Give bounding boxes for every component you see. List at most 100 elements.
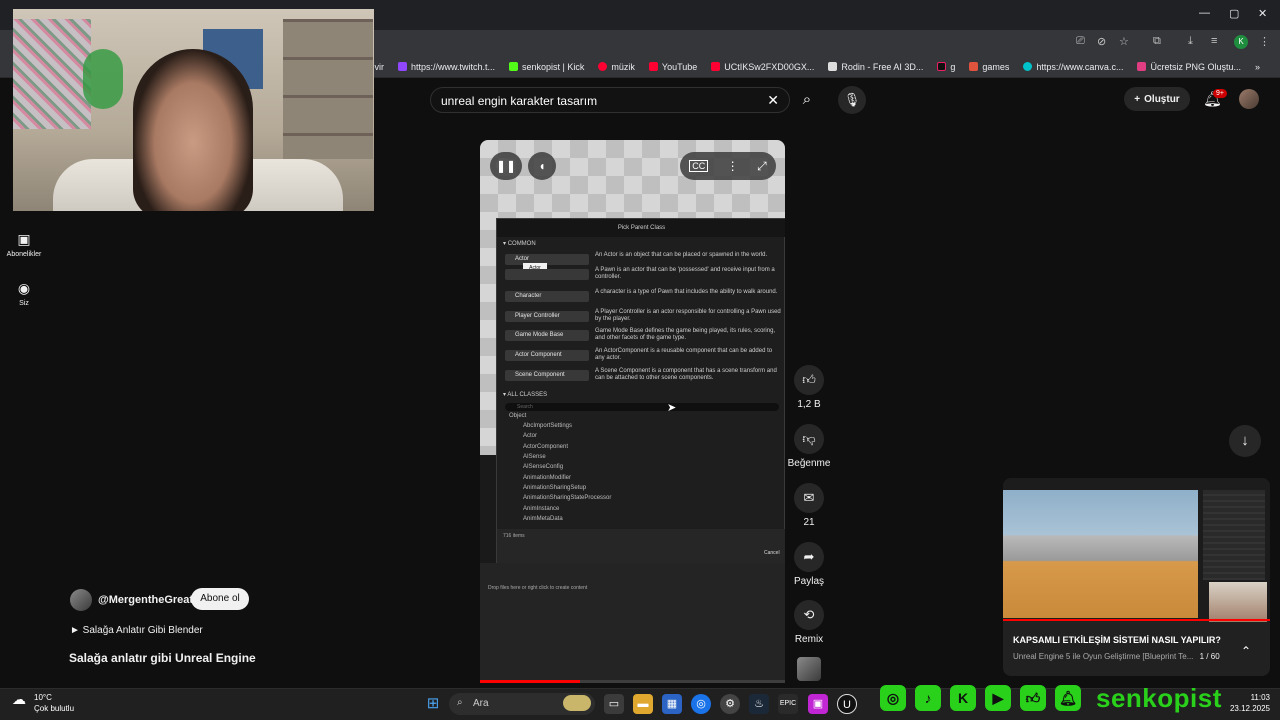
maximize-icon[interactable]: ▢ bbox=[1229, 7, 1239, 20]
video-player[interactable]: ❚❚ ◖ CC ⋮ ⤢ Pick Parent Class ▾ COMMON A… bbox=[480, 140, 785, 682]
fullscreen-icon[interactable]: ⤢ bbox=[757, 159, 767, 174]
windows-start-icon[interactable]: ⊞ bbox=[423, 694, 443, 714]
menu-icon[interactable]: ⋮ bbox=[1259, 35, 1270, 48]
pawn-button[interactable] bbox=[505, 269, 589, 280]
remix-button[interactable]: ⟲ Remix bbox=[790, 600, 828, 645]
bookmark[interactable]: https://www.twitch.t... bbox=[398, 62, 495, 72]
bookmark[interactable]: g bbox=[937, 62, 955, 72]
dislike-button[interactable]: 👎︎ Beğenme bbox=[786, 424, 832, 469]
character-button[interactable]: Character bbox=[505, 291, 589, 302]
dialog-footer bbox=[497, 529, 785, 564]
clear-search-icon[interactable]: ✕ bbox=[767, 92, 779, 109]
search-icon[interactable]: ⌕ bbox=[790, 87, 824, 113]
store-icon[interactable]: ▦ bbox=[662, 694, 682, 714]
weather-widget[interactable]: ☁ 10°C Çok bulutlu bbox=[12, 692, 74, 714]
bookmark[interactable]: UCtIKSw2FXD00GX... bbox=[711, 62, 814, 72]
download-icon[interactable]: ⤓ bbox=[1188, 35, 1193, 48]
close-window-icon[interactable]: ✕ bbox=[1258, 7, 1267, 20]
bookmark[interactable]: müzik bbox=[598, 62, 635, 72]
common-header: ▾ COMMON bbox=[503, 241, 536, 247]
minimize-icon[interactable]: — bbox=[1199, 7, 1210, 19]
pause-button[interactable]: ❚❚ bbox=[490, 152, 522, 180]
recommendation-card[interactable]: KAPSAMLI ETKİLEŞİM SİSTEMİ NASIL YAPILIR… bbox=[1003, 478, 1270, 676]
game-mode-base-button[interactable]: Game Mode Base bbox=[505, 330, 589, 341]
next-video-button[interactable]: ↓ bbox=[1229, 425, 1261, 457]
extensions-icon[interactable]: ⧉ bbox=[1153, 35, 1161, 48]
channel-thumbnail[interactable] bbox=[797, 657, 821, 681]
app-icon[interactable]: ⚙ bbox=[720, 694, 740, 714]
subscribe-button[interactable]: Abone ol bbox=[191, 588, 249, 610]
channel-avatar[interactable] bbox=[70, 589, 92, 611]
comment-icon: ✉ bbox=[794, 483, 824, 513]
class-row-game-mode-base: Game Mode Base Game Mode Base defines th… bbox=[505, 328, 785, 348]
all-classes-header: ▾ ALL CLASSES bbox=[503, 392, 548, 398]
bookmark[interactable]: Ücretsiz PNG Oluştu... bbox=[1137, 62, 1241, 72]
tree-item[interactable]: AnimationSharingStateProcessor bbox=[523, 495, 611, 501]
actor-component-button[interactable]: Actor Component bbox=[505, 350, 589, 361]
scene-component-button[interactable]: Scene Component bbox=[505, 370, 589, 381]
tree-item[interactable]: AISenseConfig bbox=[523, 464, 563, 470]
sidebar-item-subscriptions[interactable]: ▣ Abonelikler bbox=[0, 231, 48, 258]
bookmark-star-icon[interactable]: ☆ bbox=[1119, 35, 1129, 48]
file-explorer-icon[interactable]: ▬ bbox=[633, 694, 653, 714]
class-row-character: Character A character is a type of Pawn … bbox=[505, 289, 785, 309]
more-options-icon[interactable]: ⋮ bbox=[727, 159, 739, 173]
share-button[interactable]: ➦ Paylaş bbox=[790, 542, 828, 587]
class-row-player-controller: Player Controller A Player Controller is… bbox=[505, 309, 785, 329]
system-clock[interactable]: 11:03 23.12.2025 bbox=[1212, 692, 1270, 714]
recommendation-title: KAPSAMLI ETKİLEŞİM SİSTEMİ NASIL YAPILIR… bbox=[1013, 635, 1221, 645]
pick-parent-class-dialog: Pick Parent Class ▾ COMMON Actor An Acto… bbox=[496, 218, 785, 564]
volume-button[interactable]: ◖ bbox=[528, 152, 556, 180]
more-bookmarks-icon[interactable]: » bbox=[1255, 62, 1260, 72]
bookmark[interactable]: senkopist | Kick bbox=[509, 62, 584, 72]
kick-icon: K bbox=[950, 685, 976, 711]
mouse-cursor-icon: ➤ bbox=[667, 402, 677, 414]
epic-games-icon[interactable]: EPIC bbox=[778, 694, 798, 714]
tree-item[interactable]: Object bbox=[509, 413, 526, 419]
unreal-engine-icon[interactable]: U bbox=[837, 694, 857, 714]
tree-item[interactable]: Actor bbox=[523, 433, 537, 439]
playlist-link[interactable]: ► Salağa Anlatır Gibi Blender bbox=[70, 625, 203, 636]
captions-icon[interactable]: CC bbox=[689, 160, 709, 172]
account-avatar[interactable] bbox=[1239, 89, 1259, 109]
cast-icon[interactable]: ⎚ bbox=[1076, 35, 1085, 48]
class-row-scene-component: Scene Component A Scene Component is a c… bbox=[505, 368, 785, 388]
bookmark-icon bbox=[509, 62, 519, 71]
class-search-input[interactable]: Search bbox=[505, 403, 779, 411]
bookmark[interactable]: https://www.canva.c... bbox=[1023, 62, 1123, 72]
search-input[interactable]: unreal engin karakter tasarım ✕ bbox=[430, 87, 790, 113]
tree-item[interactable]: AnimInstance bbox=[523, 506, 559, 512]
cancel-button[interactable]: Cancel bbox=[764, 550, 780, 556]
tracking-icon[interactable]: ⊘ bbox=[1097, 35, 1106, 48]
media-icon[interactable]: ≡ bbox=[1211, 35, 1217, 47]
bookmark[interactable]: YouTube bbox=[648, 62, 697, 72]
steam-icon[interactable]: ♨ bbox=[749, 694, 769, 714]
tree-item[interactable]: AnimationModifier bbox=[523, 475, 571, 481]
like-button[interactable]: 👍︎ 1,2 B bbox=[790, 365, 828, 410]
microphone-icon[interactable]: 🎙 bbox=[838, 86, 866, 114]
app-icon-purple[interactable]: ▣ bbox=[808, 694, 828, 714]
recommendation-playlist: Unreal Engine 5 ile Oyun Geliştirme [Blu… bbox=[1013, 652, 1220, 661]
tree-item[interactable]: ActorComponent bbox=[523, 444, 568, 450]
bookmark[interactable]: games bbox=[969, 62, 1009, 72]
tree-item[interactable]: AnimationSharingSetup bbox=[523, 485, 586, 491]
profile-avatar[interactable]: K bbox=[1234, 35, 1248, 49]
sidebar-item-you[interactable]: ◉ Siz bbox=[0, 280, 48, 307]
player-controller-button[interactable]: Player Controller bbox=[505, 311, 589, 322]
chevron-up-icon[interactable]: ⌃ bbox=[1241, 644, 1251, 658]
chrome-icon[interactable]: ◎ bbox=[691, 694, 711, 714]
cloud-icon: ☁ bbox=[12, 691, 26, 707]
bookmark[interactable]: Rodin - Free AI 3D... bbox=[828, 62, 923, 72]
presenter-face bbox=[1209, 582, 1267, 622]
comments-button[interactable]: ✉ 21 bbox=[790, 483, 828, 528]
create-button[interactable]: + Oluştur bbox=[1124, 87, 1190, 111]
bookmark-icon bbox=[937, 62, 947, 71]
task-view-icon[interactable]: ▭ bbox=[604, 694, 624, 714]
taskbar-search[interactable]: ⌕ Ara bbox=[449, 693, 595, 715]
tree-item[interactable]: AbcImportSettings bbox=[523, 423, 572, 429]
tree-item[interactable]: AISense bbox=[523, 454, 546, 460]
bookmark-icon bbox=[648, 62, 658, 71]
tree-item[interactable]: AnimMetaData bbox=[523, 516, 563, 522]
channel-name[interactable]: @MergentheGreat bbox=[98, 594, 193, 606]
actor-button[interactable]: Actor bbox=[505, 254, 589, 265]
